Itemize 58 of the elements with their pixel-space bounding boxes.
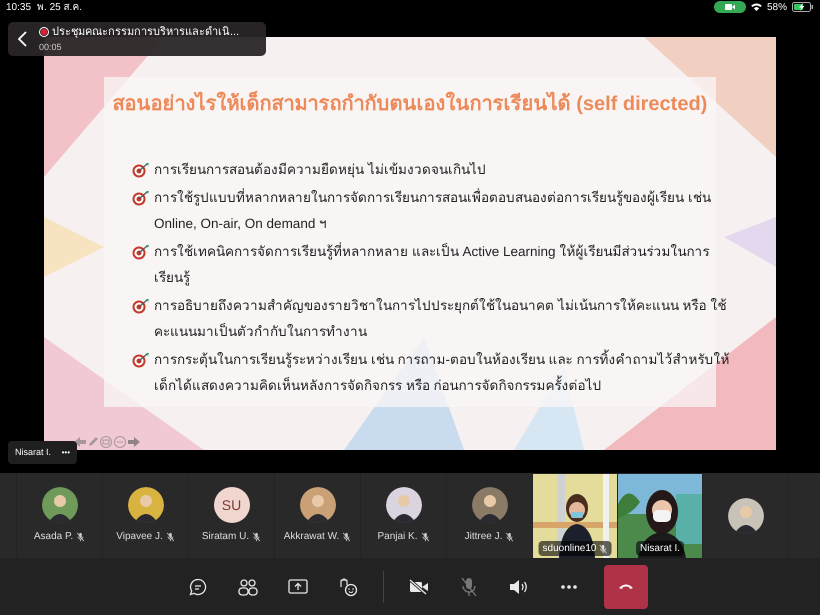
participant-tile[interactable]: Akkrawat W. — [275, 473, 360, 558]
video-tile[interactable]: Nisarat I. — [618, 474, 702, 558]
arrow-left-icon[interactable] — [74, 437, 86, 447]
mic-off-icon — [460, 576, 476, 596]
video-tile[interactable]: sduonline10 — [533, 474, 617, 558]
target-icon — [132, 162, 150, 178]
muted-mic-icon — [166, 532, 175, 542]
meeting-title: ประชุมคณะกรรมการบริหารและดำเนิ... — [52, 25, 240, 40]
back-icon[interactable] — [18, 31, 27, 47]
participant-name: Jittree J. — [464, 529, 514, 544]
chat-icon — [188, 578, 206, 596]
muted-mic-icon — [342, 532, 352, 542]
avatar-initials: SU — [214, 487, 250, 523]
target-icon — [132, 352, 150, 368]
bullet-text: การใช้รูปแบบที่หลากหลายในการจัดการเรียนการสอนเพื่อตอบสนองต่อการเรียนรู้ของผู้เรียน เช่น Online, On-air, On demand ฯ — [154, 187, 711, 233]
muted-mic-icon — [252, 532, 262, 542]
bullet-text: การอธิบายถึงความสำคัญของรายวิชาในการไปประยุกต์ใช้ในอนาคต ไม่เน้นการให้คะแนน หรือ ใช้ คะแนนมาเป็นตัวกำกับในการทำงาน — [154, 297, 726, 341]
bullet-text: การใช้เทคนิคการจัดการเรียนรู้ที่หลากหลาย และเป็น Active Learning ให้ผู้เรียนมีส่วนร่วมในการ เรียนรู้ — [154, 241, 710, 288]
name-label: sduonline10 — [538, 541, 612, 556]
participant-name: Asada P. — [34, 529, 86, 544]
battery-percent: 58% — [766, 0, 787, 14]
participant-name: Siratam U. — [202, 529, 262, 544]
name-label: Nisarat I. — [636, 541, 684, 556]
hang-up-button[interactable] — [604, 564, 648, 608]
more-icon — [560, 584, 576, 588]
slide-title: สอนอย่างไรให้เด็กสามารถกำกับตนเองในการเรียนได้ (self directed) — [112, 89, 708, 119]
bullet-text: การเรียนการสอนต้องมีความยืดหยุ่น ไม่เข้มงวดจนเกินไป — [154, 161, 486, 180]
participant-tile[interactable]: Vipavee J. — [103, 473, 188, 558]
raise-hand-smiley-icon — [338, 576, 358, 596]
speaker-icon — [508, 578, 528, 594]
wifi-icon — [750, 3, 762, 11]
participant-name: Akkrawat W. — [284, 529, 352, 544]
bullet-text: การกระตุ้นในการเรียนรู้ระหว่างเรียน เช่น การถาม-ตอบในห้องเรียน และ การทิ้งคำถามไว้สำหรับให้ เด็กได้แสดงความคิดเห็นหลังการจัดกิจกรร หรือ ก่อนการจัดกิจกรรมครั้งต่อไป — [154, 347, 730, 399]
participant-name: Vipavee J. — [116, 529, 175, 544]
elapsed-time: 00:05 — [39, 40, 63, 54]
presenter-name: Nisarat I. — [15, 446, 52, 459]
participant-tile[interactable] — [0, 473, 16, 558]
participant-name: Panjai K. — [377, 529, 430, 544]
participant-tile[interactable]: Asada P. — [17, 473, 102, 558]
muted-mic-icon — [598, 544, 608, 554]
muted-mic-icon — [76, 532, 86, 542]
camera-icon — [724, 4, 735, 10]
participant-tile[interactable] — [703, 473, 788, 558]
target-icon — [132, 244, 150, 260]
share-screen-icon — [288, 578, 308, 594]
participant-tile[interactable]: Panjai K. — [361, 473, 446, 558]
muted-mic-icon — [420, 532, 430, 542]
more-button[interactable]: ••• — [62, 446, 70, 458]
camera-off-icon — [408, 578, 428, 594]
date: พ. 25 ส.ค. — [37, 0, 82, 14]
participant-tile[interactable]: Jittree J. — [447, 473, 532, 558]
target-icon — [132, 190, 150, 206]
participant-tile[interactable]: SU Siratam U. — [189, 473, 274, 558]
people-icon — [238, 578, 258, 596]
clock: 10:35 — [6, 0, 32, 14]
muted-mic-icon — [505, 532, 514, 542]
target-icon — [132, 298, 150, 314]
phone-icon — [618, 583, 634, 590]
